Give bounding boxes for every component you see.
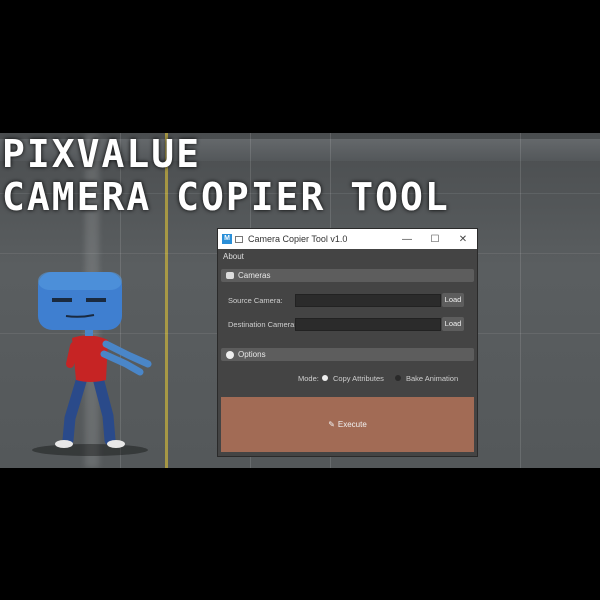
- options-collapse-icon: [226, 350, 234, 359]
- destination-camera-label: Destination Camera:: [228, 320, 297, 329]
- tool-title: CAMERA COPIER TOOL: [2, 175, 450, 219]
- close-icon[interactable]: ✕: [449, 234, 477, 245]
- menu-about[interactable]: About: [223, 252, 244, 261]
- source-camera-label: Source Camera:: [228, 296, 283, 305]
- window-titlebar: M Camera Copier Tool v1.0 — ☐ ✕: [218, 229, 477, 249]
- minimize-icon[interactable]: —: [393, 234, 421, 245]
- execute-button[interactable]: ✎ Execute: [221, 397, 474, 452]
- mode-label: Mode:: [298, 374, 319, 383]
- copy-attributes-radio[interactable]: [322, 375, 328, 381]
- bake-animation-radio[interactable]: [395, 375, 401, 381]
- maximize-icon[interactable]: ☐: [421, 234, 449, 245]
- bake-animation-label[interactable]: Bake Animation: [406, 374, 458, 383]
- menu-bar: About: [218, 249, 477, 265]
- maya-app-icon: M: [222, 234, 232, 244]
- brand-title: PIXVALUE: [2, 132, 202, 176]
- camera-icon: [226, 272, 234, 279]
- destination-camera-field[interactable]: [295, 318, 441, 331]
- camera-copier-window: M Camera Copier Tool v1.0 — ☐ ✕ About Ca…: [217, 228, 478, 457]
- execute-label: Execute: [337, 420, 367, 429]
- cameras-section-label: Cameras: [238, 271, 271, 280]
- cameras-section-header[interactable]: Cameras: [221, 269, 474, 282]
- grid-line: [520, 133, 521, 468]
- options-section-label: Options: [238, 350, 266, 359]
- source-load-button[interactable]: Load: [442, 293, 464, 307]
- window-icon: [235, 235, 243, 243]
- window-title: Camera Copier Tool v1.0: [248, 234, 348, 244]
- options-section-header[interactable]: Options: [221, 348, 474, 361]
- character-illustration: [32, 272, 152, 456]
- copy-attributes-label[interactable]: Copy Attributes: [333, 374, 384, 383]
- source-camera-field[interactable]: [295, 294, 441, 307]
- destination-load-button[interactable]: Load: [442, 317, 464, 331]
- brush-icon: ✎: [328, 420, 335, 429]
